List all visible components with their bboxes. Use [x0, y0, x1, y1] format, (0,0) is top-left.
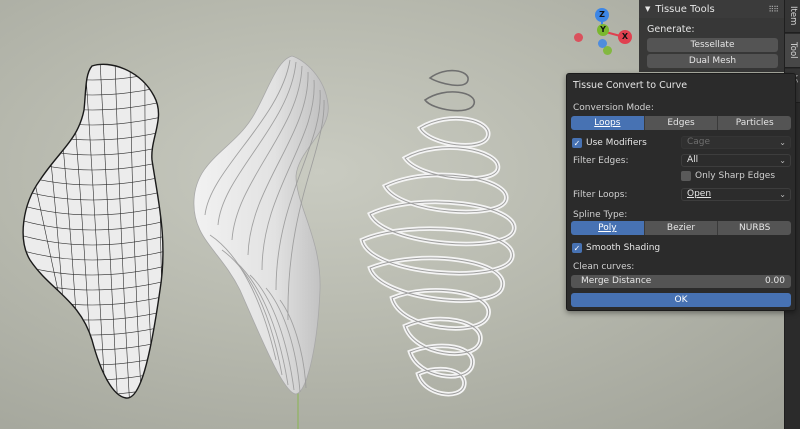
conversion-mode-label: Conversion Mode:: [573, 103, 654, 113]
filter-edges-dropdown[interactable]: All ⌄: [681, 154, 791, 167]
chevron-down-icon: ⌄: [779, 138, 786, 147]
gizmo-neg-y-icon[interactable]: [603, 46, 612, 55]
collapse-triangle-icon[interactable]: ▼: [645, 5, 650, 13]
chevron-down-icon: ⌄: [779, 190, 786, 199]
only-sharp-edges-checkbox[interactable]: Only Sharp Edges: [681, 170, 775, 182]
mode-loops-button[interactable]: Loops: [571, 116, 645, 130]
tissue-tools-title: Tissue Tools: [655, 3, 715, 15]
gizmo-neg-x-icon[interactable]: [574, 33, 583, 42]
gizmo-x-axis-icon[interactable]: X: [618, 30, 632, 44]
mode-particles-button[interactable]: Particles: [718, 116, 791, 130]
curve-loops-object[interactable]: [359, 69, 517, 397]
checkmark-icon: ✓: [572, 243, 582, 253]
ribbed-white-object[interactable]: [193, 55, 329, 395]
generate-label: Generate:: [647, 24, 695, 35]
tissue-tools-header[interactable]: ▼ Tissue Tools ⠿⠿: [639, 0, 784, 18]
ok-button[interactable]: OK: [571, 293, 791, 307]
spline-bezier-button[interactable]: Bezier: [644, 221, 719, 235]
use-modifiers-checkbox[interactable]: ✓ Use Modifiers: [572, 137, 647, 149]
wireframe-mesh-object[interactable]: [20, 60, 170, 410]
smooth-shading-checkbox[interactable]: ✓ Smooth Shading: [572, 242, 660, 254]
chevron-down-icon: ⌄: [779, 156, 786, 165]
conversion-mode-selector: Loops Edges Particles: [571, 116, 791, 130]
tessellate-button[interactable]: Tessellate: [647, 38, 778, 52]
merge-distance-slider[interactable]: Merge Distance 0.00: [571, 275, 791, 288]
checkbox-empty-icon: [681, 171, 691, 181]
operator-title: Tissue Convert to Curve: [573, 80, 688, 91]
spline-poly-button[interactable]: Poly: [571, 221, 645, 235]
tab-item[interactable]: Item: [785, 0, 800, 33]
tab-tool[interactable]: Tool: [785, 34, 800, 68]
tissue-tools-panel: ▼ Tissue Tools ⠿⠿ Generate: Tessellate D…: [639, 0, 784, 72]
spline-type-selector: Poly Bezier NURBS: [571, 221, 791, 235]
gizmo-y-axis-icon[interactable]: Y: [597, 24, 609, 36]
gizmo-z-axis-icon[interactable]: Z: [595, 8, 609, 22]
mode-edges-button[interactable]: Edges: [644, 116, 719, 130]
spline-type-label: Spline Type:: [573, 210, 628, 220]
spline-nurbs-button[interactable]: NURBS: [718, 221, 791, 235]
cage-dropdown[interactable]: Cage ⌄: [681, 136, 791, 149]
filter-loops-dropdown[interactable]: Open ⌄: [681, 188, 791, 201]
checkmark-icon: ✓: [572, 138, 582, 148]
convert-to-curve-panel: Tissue Convert to Curve Conversion Mode:…: [566, 73, 796, 311]
clean-curves-label: Clean curves:: [573, 262, 635, 272]
dual-mesh-button[interactable]: Dual Mesh: [647, 54, 778, 68]
drag-grip-icon[interactable]: ⠿⠿: [768, 5, 779, 14]
